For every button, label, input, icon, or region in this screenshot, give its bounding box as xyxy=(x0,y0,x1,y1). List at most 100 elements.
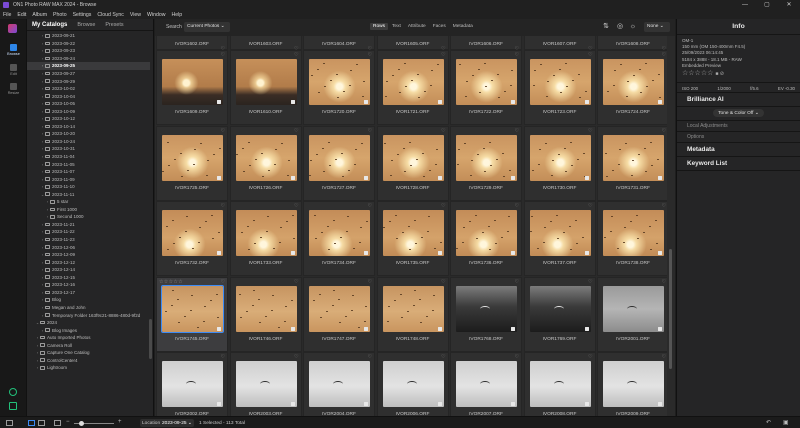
tree-folder-row[interactable]: › 2023-11-23 xyxy=(27,236,150,244)
layers-icon[interactable]: ◎ xyxy=(616,23,624,31)
menu-album[interactable]: Album xyxy=(32,12,47,18)
tree-folder-row[interactable]: › First 1000 xyxy=(27,206,150,214)
zoom-out-icon[interactable]: − xyxy=(66,419,70,425)
like-icon[interactable]: ♡ xyxy=(515,279,519,285)
photo-thumbnail[interactable] xyxy=(162,361,223,407)
tree-folder-row[interactable]: › Temporary Folder 163f9c21-8886-480d-9f2… xyxy=(27,311,150,319)
photo-cell[interactable]: ♡ IVOR1730.ORF xyxy=(523,125,596,201)
like-icon[interactable]: ♡ xyxy=(294,52,298,58)
photo-cell[interactable]: ♡ IVOR1728.ORF xyxy=(376,125,449,201)
photo-cell[interactable]: IVOR1606.ORF ♡ xyxy=(450,36,522,52)
menu-edit[interactable]: Edit xyxy=(17,12,26,18)
info-rating[interactable]: ☆☆☆☆☆ ■ ⊘ xyxy=(677,69,800,79)
rail-edit[interactable]: Edit xyxy=(0,64,27,76)
tree-folder-row[interactable]: › Blog Images xyxy=(27,326,150,334)
tree-folder-row[interactable]: › 2023-11-22 xyxy=(27,228,150,236)
tab-browse[interactable]: Browse xyxy=(72,22,100,28)
photo-thumbnail[interactable] xyxy=(382,59,444,105)
tree-folder-row[interactable]: › 5 star xyxy=(27,198,150,206)
like-icon[interactable]: ♡ xyxy=(662,203,666,209)
photo-cell[interactable]: IVOR1608.ORF ♡ xyxy=(597,36,667,52)
photo-thumbnail[interactable] xyxy=(235,285,297,332)
like-icon[interactable]: ♡ xyxy=(515,52,519,58)
tab-rows[interactable]: Rows xyxy=(370,23,388,30)
photo-cell[interactable]: ♡ IVOR2003.ORF xyxy=(229,352,302,416)
like-icon[interactable]: ♡ xyxy=(662,128,666,134)
tab-presets[interactable]: Presets xyxy=(100,22,128,28)
photo-cell[interactable]: ♡ IVOR1769.ORF xyxy=(523,276,596,352)
menu-photo[interactable]: Photo xyxy=(53,12,67,18)
tree-folder-row[interactable]: › 2023-09-22 xyxy=(27,40,150,48)
photo-thumbnail[interactable] xyxy=(309,59,370,105)
like-icon[interactable]: ♡ xyxy=(368,279,372,285)
tree-folder-row[interactable]: › 2023-09-24 xyxy=(27,55,150,63)
rail-browse[interactable]: Browse xyxy=(0,44,27,56)
catalog-scrollbar[interactable] xyxy=(149,319,152,359)
sync-status-icon[interactable] xyxy=(9,388,17,396)
tree-folder-row[interactable]: › 2023-10-14 xyxy=(27,123,150,131)
tab-text[interactable]: Text xyxy=(389,23,404,30)
photo-thumbnail[interactable] xyxy=(382,361,444,407)
info-stars[interactable]: ☆☆☆☆☆ xyxy=(682,70,713,77)
menu-settings[interactable]: Settings xyxy=(73,12,92,18)
tree-folder-row[interactable]: › 2023-10-04 xyxy=(27,92,150,100)
photo-thumbnail[interactable] xyxy=(456,361,517,407)
photo-cell[interactable]: ♡ IVOR1720.ORF xyxy=(303,50,375,125)
filmstrip-icon[interactable] xyxy=(54,420,61,426)
photo-thumbnail[interactable] xyxy=(162,134,223,181)
tree-folder-row[interactable]: › 2023-09-23 xyxy=(27,47,150,55)
like-icon[interactable]: ♡ xyxy=(221,128,225,134)
tree-folder-row[interactable]: ⌄ 2023-11-11 xyxy=(27,190,150,198)
photo-cell[interactable]: ♡ IVOR2006.ORF xyxy=(376,352,449,416)
tree-folder-row[interactable]: › Capture One Catalog xyxy=(27,349,150,357)
photo-cell[interactable]: IVOR1607.ORF ♡ xyxy=(523,36,596,52)
photo-thumbnail[interactable] xyxy=(309,361,370,407)
like-icon[interactable]: ♡ xyxy=(515,128,519,134)
photo-cell[interactable]: ♡ IVOR1768.ORF xyxy=(450,276,522,352)
tree-folder-row[interactable]: › 2023-12-06 xyxy=(27,243,150,251)
photo-cell[interactable]: ♡ IVOR1722.ORF xyxy=(450,50,522,125)
tree-folder-row[interactable]: › 2023-10-24 xyxy=(27,138,150,146)
like-icon[interactable]: ♡ xyxy=(441,203,445,209)
like-icon[interactable]: ♡ xyxy=(441,354,445,360)
photo-thumbnail[interactable] xyxy=(529,210,591,256)
photo-cell[interactable]: IVOR1602.ORF ♡ xyxy=(156,36,228,52)
photo-thumbnail[interactable] xyxy=(162,59,223,105)
photo-cell[interactable]: ♡ IVOR1748.ORF xyxy=(376,276,449,352)
tree-folder-row[interactable]: › 2023-11-04 xyxy=(27,153,150,161)
tree-folder-row[interactable]: › Blog xyxy=(27,296,150,304)
like-icon[interactable]: ♡ xyxy=(294,128,298,134)
close-button[interactable]: ✕ xyxy=(778,0,800,10)
photo-thumbnail[interactable] xyxy=(235,210,297,256)
photo-cell[interactable]: ♡ IVOR1609.ORF xyxy=(156,50,228,125)
like-icon[interactable]: ♡ xyxy=(221,203,225,209)
tab-faces[interactable]: Faces xyxy=(430,23,449,30)
photo-cell[interactable]: ♡ IVOR2007.ORF xyxy=(450,352,522,416)
photo-thumbnail[interactable] xyxy=(161,284,224,333)
photo-cell[interactable]: ♡ IVOR1731.ORF xyxy=(597,125,667,201)
photo-cell[interactable]: ♡ IVOR1747.ORF xyxy=(303,276,375,352)
photo-thumbnail[interactable] xyxy=(603,285,664,332)
undo-icon[interactable]: ↶ xyxy=(766,419,771,426)
tree-folder-row[interactable]: › Camera Roll xyxy=(27,341,150,349)
like-icon[interactable]: ♡ xyxy=(294,203,298,209)
tree-folder-row[interactable]: › 2023-09-27 xyxy=(27,70,150,78)
info-header[interactable]: Info xyxy=(677,19,800,35)
like-icon[interactable]: ♡ xyxy=(368,203,372,209)
maximize-button[interactable]: ▢ xyxy=(756,0,778,10)
photo-cell[interactable]: ♡ IVOR1727.ORF xyxy=(303,125,375,201)
like-icon[interactable]: ♡ xyxy=(515,354,519,360)
photo-thumbnail[interactable] xyxy=(456,134,517,181)
photo-cell[interactable]: ♡ IVOR1746.ORF xyxy=(229,276,302,352)
photo-cell[interactable]: ♡ IVOR2009.ORF xyxy=(597,352,667,416)
sort-icon[interactable]: ⇅ xyxy=(602,23,610,31)
tree-folder-row[interactable]: › 2023-12-15 xyxy=(27,274,150,282)
photo-cell[interactable]: IVOR1605.ORF ♡ xyxy=(376,36,449,52)
location-value[interactable]: 2023-09-25 ⌄ xyxy=(162,421,192,426)
photo-cell[interactable]: ♡ IVOR1726.ORF xyxy=(229,125,302,201)
photo-cell[interactable]: ♡ IVOR1721.ORF xyxy=(376,50,449,125)
photo-cell[interactable]: ♡ IVOR2001.ORF xyxy=(597,276,667,352)
like-icon[interactable]: ♡ xyxy=(221,354,225,360)
photo-cell[interactable]: ♡ IVOR1725.ORF xyxy=(156,125,228,201)
like-icon[interactable]: ♡ xyxy=(662,354,666,360)
